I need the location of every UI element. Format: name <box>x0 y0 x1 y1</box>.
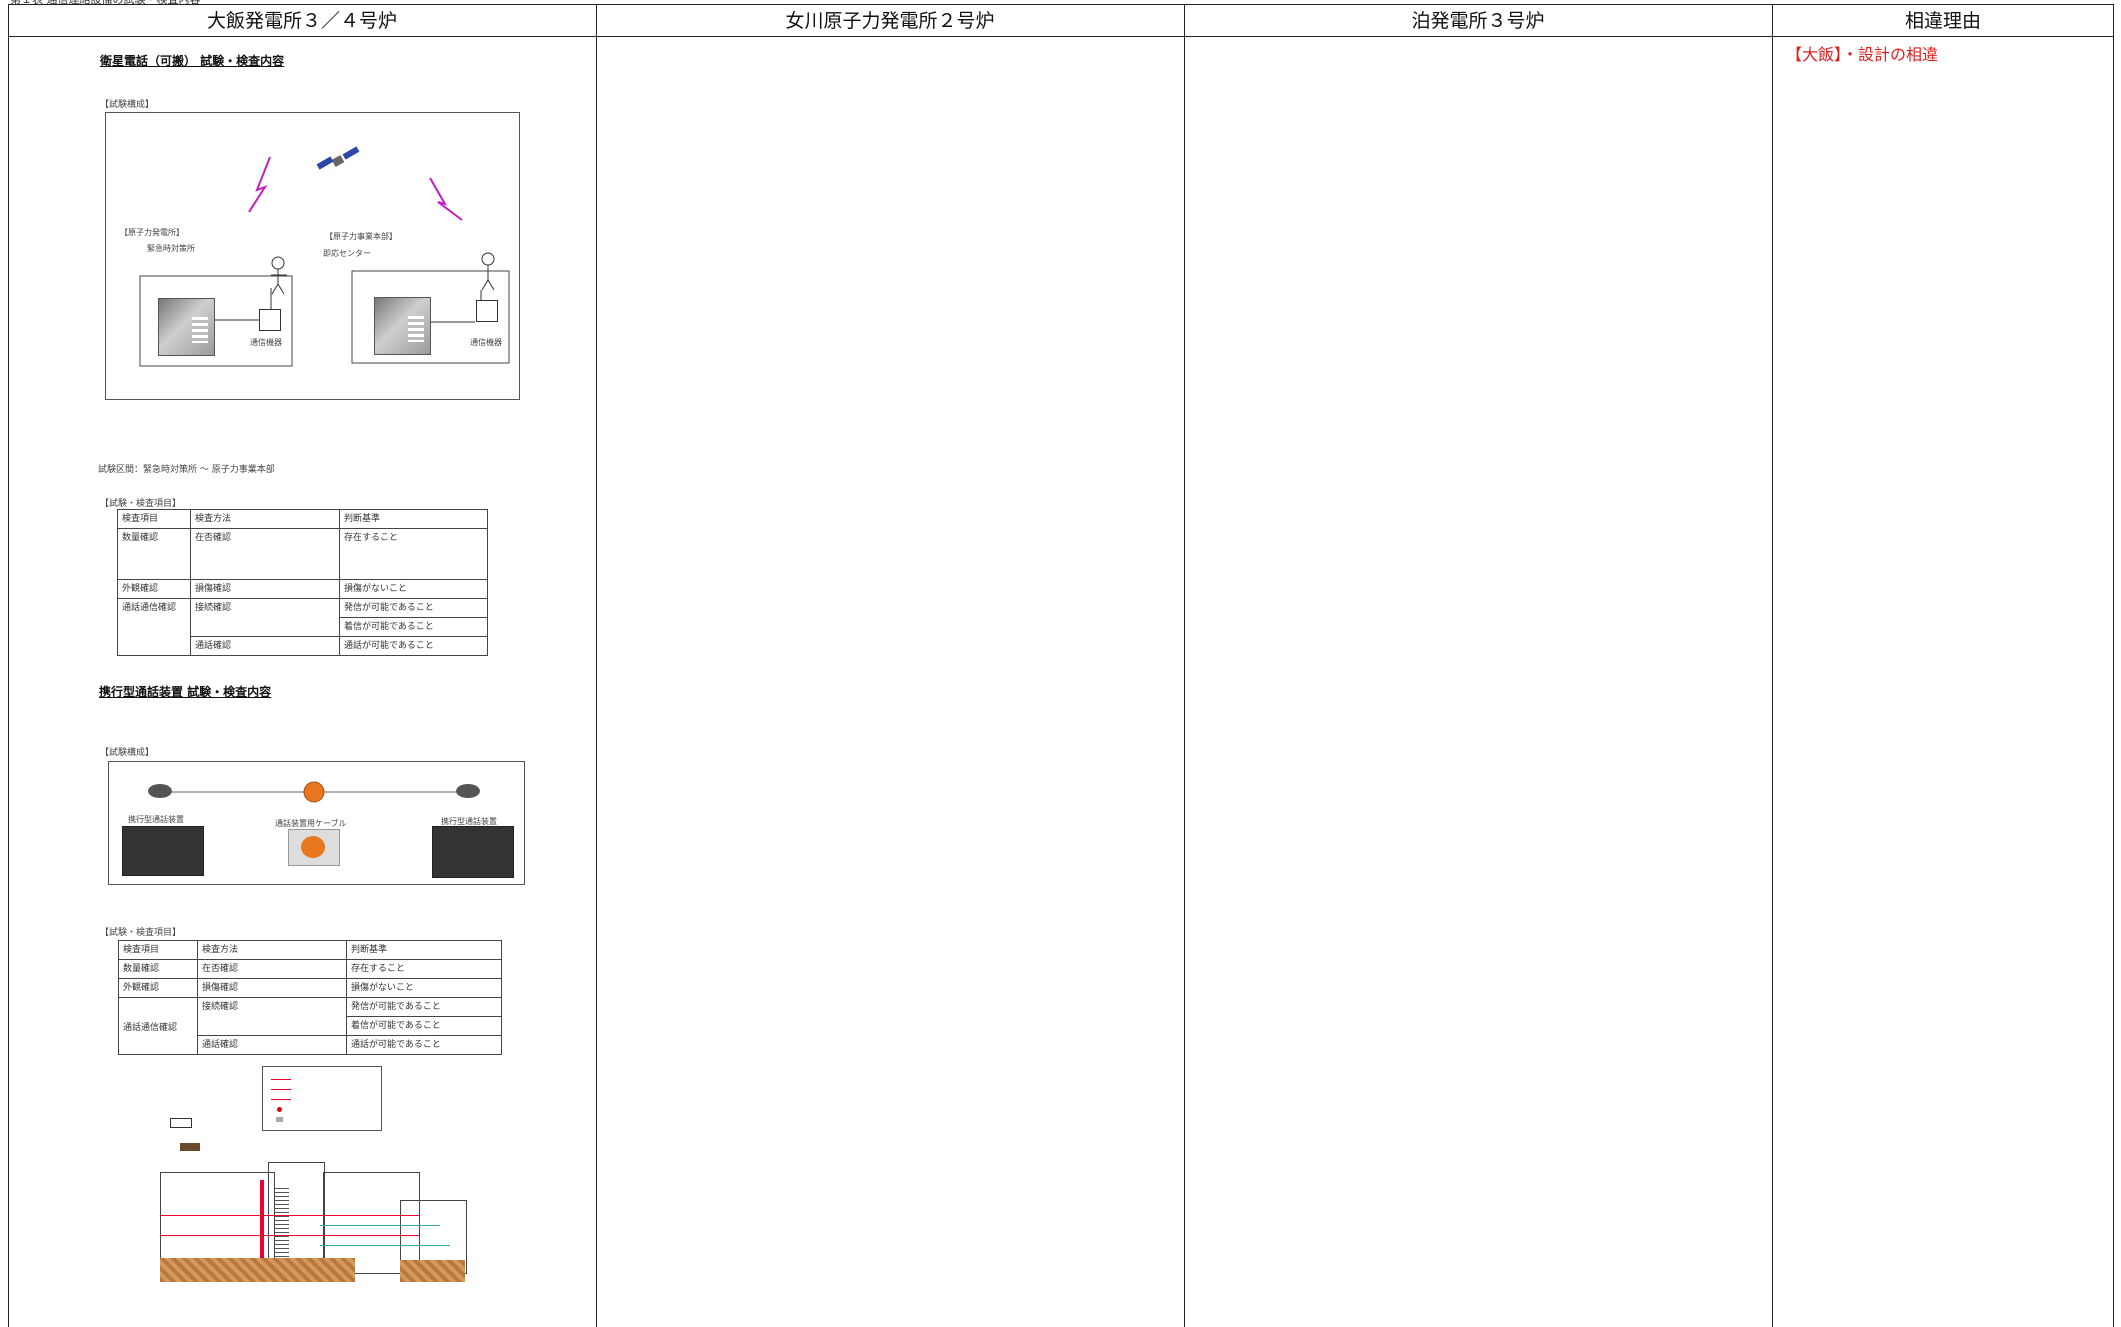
diagram-legend <box>262 1066 382 1131</box>
port-left-label: 携行型通話装置 <box>128 815 184 824</box>
port-inspection-table: 検査項目 検査方法 判断基準 数量確認 在否確認 存在すること 外観確認 損傷確認 損傷がな… <box>118 940 502 1055</box>
port-config-label: 【試験構成】 <box>100 748 155 758</box>
port-section-title: 携行型通話装置 試験・検査内容 <box>99 685 272 699</box>
satellite-icon <box>316 146 360 170</box>
vehicle-icon <box>180 1143 200 1151</box>
satellite-phone-icon <box>374 297 431 355</box>
column-header-ohi: 大飯発電所３／４号炉 <box>206 10 397 32</box>
cable-reel-icon <box>301 836 325 858</box>
sat-config-graphics <box>139 146 510 367</box>
column-divider <box>1184 4 1185 1327</box>
outdoor-label-box <box>170 1118 192 1128</box>
port-mid-label: 通話装置用ケーブル <box>275 819 347 828</box>
comm-unit-icon <box>476 300 498 322</box>
table-row: 検査項目 検査方法 判断基準 <box>118 940 502 960</box>
table-row: 数量確認 在否確認 存在すること <box>117 528 488 580</box>
header-divider <box>8 36 2114 37</box>
headset-photo-left <box>122 826 204 876</box>
sat-section-title: 衛星電話（可搬） 試験・検査内容 <box>100 54 285 68</box>
sat-site-sub: 緊急時対策所 <box>147 244 195 253</box>
table-row: 通話通信確認 接続確認 発信が可能であること <box>117 598 488 656</box>
table-row: 通話通信確認 接続確認 発信が可能であること <box>118 997 502 1055</box>
ground <box>400 1260 465 1282</box>
sat-inspection-table: 検査項目 検査方法 判断基準 数量確認 在否確認 存在すること 外観確認 損傷確認 損傷がな… <box>117 509 488 656</box>
sat-site-label: 【原子力発電所】 <box>120 228 184 237</box>
headset-photo-right <box>432 826 514 878</box>
satellite-phone-icon <box>158 298 215 356</box>
signal-left-icon <box>248 156 271 213</box>
sat-hq-sub: 即応センター <box>323 249 371 258</box>
difference-reason: 【大飯】・設計の相違 <box>1786 45 1939 64</box>
sat-hq-label: 【原子力事業本部】 <box>325 232 397 241</box>
sat-items-label: 【試験・検査項目】 <box>100 499 182 509</box>
sat-test-interval: 試験区間：緊急時対策所 ～ 原子力事業本部 <box>98 465 275 475</box>
column-header-tomari: 泊発電所３号炉 <box>1411 10 1545 32</box>
table-row: 検査項目 検査方法 判断基準 <box>117 509 488 529</box>
ground <box>160 1258 355 1282</box>
table-row: 外観確認 損傷確認 損傷がないこと <box>118 978 502 998</box>
column-divider <box>596 4 597 1327</box>
handset-right-icon <box>456 784 480 798</box>
sat-unit-label-1: 通信機器 <box>250 338 282 347</box>
sat-config-label: 【試験構成】 <box>100 100 155 110</box>
cable-photo <box>288 829 340 866</box>
signal-right-icon <box>429 177 463 221</box>
building-layout-diagram <box>150 1060 470 1285</box>
comm-unit-icon <box>259 309 281 331</box>
column-header-reason: 相違理由 <box>1904 10 1981 32</box>
table-row: 数量確認 在否確認 存在すること <box>118 959 502 979</box>
sat-unit-label-2: 通信機器 <box>470 338 502 347</box>
column-divider <box>1772 4 1773 1327</box>
stair-icon <box>275 1185 289 1267</box>
column-header-onagawa: 女川原子力発電所２号炉 <box>785 10 995 32</box>
port-items-label: 【試験・検査項目】 <box>100 928 182 938</box>
cable-reel-icon <box>303 781 325 803</box>
handset-left-icon <box>148 784 172 798</box>
table-row: 外観確認 損傷確認 損傷がないこと <box>117 579 488 599</box>
